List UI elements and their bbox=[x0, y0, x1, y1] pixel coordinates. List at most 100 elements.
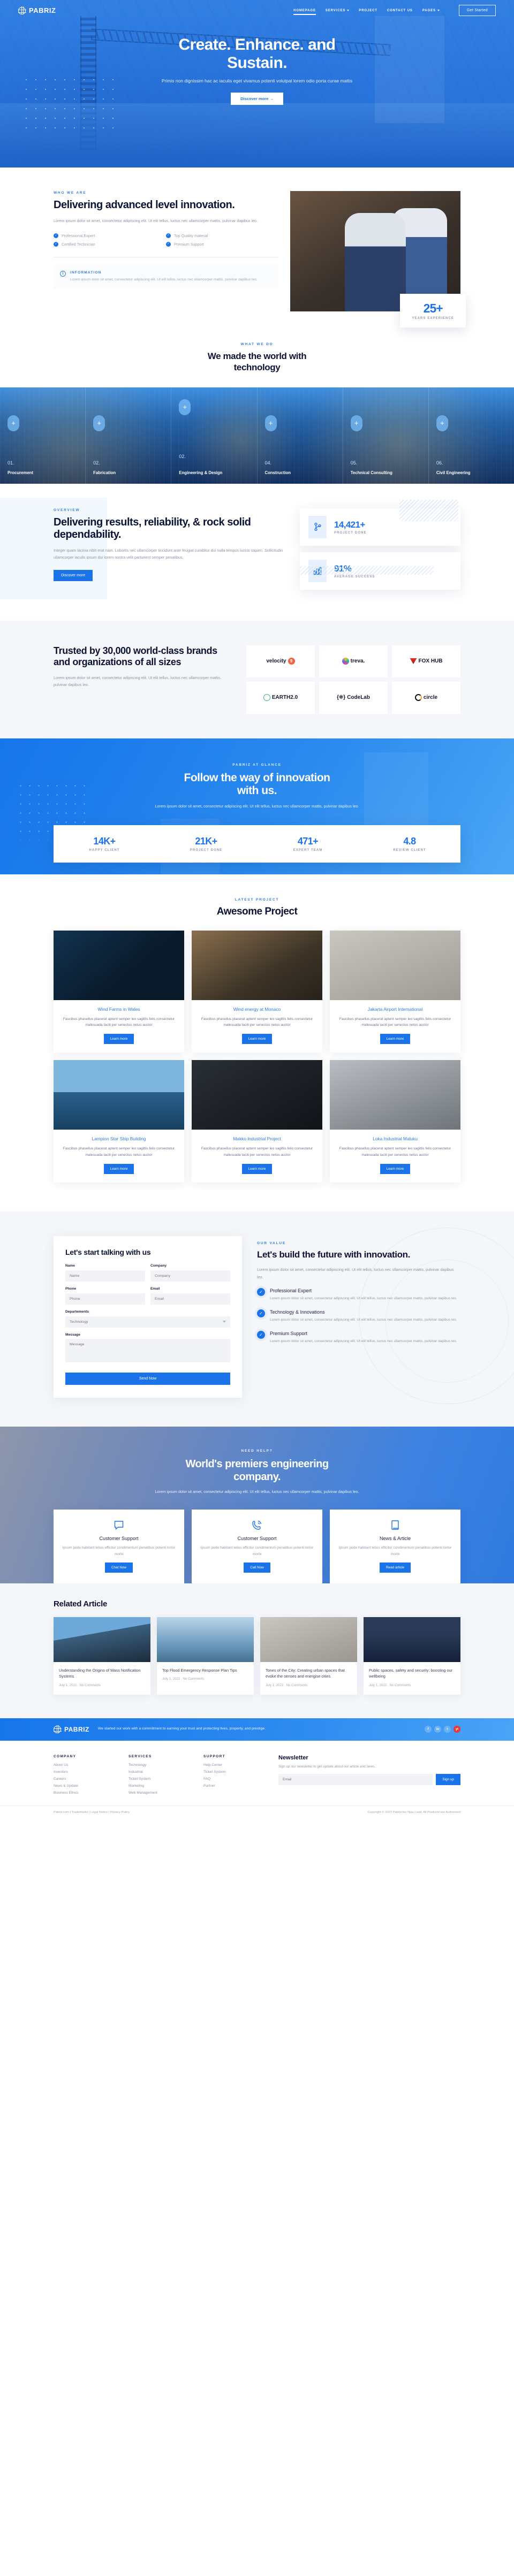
service-item-civil-engineering[interactable]: +06. Civil Engineering bbox=[428, 387, 514, 484]
plus-icon[interactable]: + bbox=[7, 415, 19, 431]
learn-more-button[interactable]: Learn more bbox=[380, 1164, 411, 1175]
project-title[interactable]: Jakarta Airport International bbox=[337, 1007, 453, 1012]
newsletter-email-input[interactable] bbox=[278, 1774, 433, 1786]
nav-item-project[interactable]: PROJECT bbox=[359, 9, 377, 12]
footer-link[interactable]: FAQ bbox=[203, 1777, 267, 1781]
footer-link[interactable]: Business Ethics bbox=[54, 1791, 117, 1795]
check-icon: ✓ bbox=[166, 233, 171, 238]
article-card[interactable]: Top Flood Emergency Response Plan Tips Ju… bbox=[157, 1617, 254, 1695]
git-branch-icon bbox=[308, 515, 327, 538]
email-input[interactable] bbox=[150, 1293, 230, 1305]
project-card[interactable]: Wind energy at Monaco Faucibus phasellus … bbox=[192, 930, 322, 1053]
call-now-button[interactable]: Call Now bbox=[244, 1563, 270, 1573]
article-title[interactable]: Public spaces, safety and security: boos… bbox=[369, 1667, 455, 1679]
nav-item-services[interactable]: SERVICES bbox=[326, 9, 350, 12]
service-item-technical-consulting[interactable]: +05. Technical Consulting bbox=[342, 387, 428, 484]
plus-icon[interactable]: + bbox=[93, 415, 105, 431]
article-title[interactable]: Understanding the Origins of Mass Notifi… bbox=[59, 1667, 145, 1679]
brand-name: velocity bbox=[266, 658, 286, 664]
footer-link[interactable]: Web Management bbox=[128, 1791, 192, 1795]
nav-item-pages[interactable]: PAGES bbox=[422, 9, 440, 12]
send-now-button[interactable]: Send Now bbox=[65, 1373, 230, 1385]
nav-item-homepage[interactable]: HOMEPAGE bbox=[293, 9, 316, 15]
footer-link[interactable]: News & Update bbox=[54, 1784, 117, 1788]
get-started-button[interactable]: Get Started bbox=[458, 5, 496, 16]
overview-discover-button[interactable]: Discover more bbox=[54, 569, 93, 581]
project-title[interactable]: Loka Industrial Maluku bbox=[337, 1136, 453, 1141]
what-title: We made the world with technology bbox=[54, 350, 460, 374]
service-item-procurement[interactable]: +01. Procurement bbox=[0, 387, 85, 484]
service-item-engineering-design[interactable]: +02. Engineering & Design bbox=[171, 387, 256, 484]
footer-copyright: Copyright © 2022 Pabriz Inc Njaz Land. A… bbox=[367, 1810, 460, 1814]
article-card[interactable]: Understanding the Origins of Mass Notifi… bbox=[54, 1617, 150, 1695]
discover-more-button[interactable]: Discover more → bbox=[231, 92, 283, 105]
article-title[interactable]: Top Flood Emergency Response Plan Tips bbox=[162, 1667, 248, 1673]
service-number: 06. bbox=[436, 460, 443, 466]
message-textarea[interactable] bbox=[65, 1339, 230, 1363]
project-title[interactable]: Lampion Star Ship Building bbox=[61, 1136, 177, 1141]
learn-more-button[interactable]: Learn more bbox=[103, 1034, 134, 1045]
site-logo[interactable]: PABRIZ bbox=[18, 6, 56, 14]
project-card[interactable]: Makko Industrial Project Faucibus phasell… bbox=[192, 1060, 322, 1183]
hatch-decor bbox=[300, 566, 434, 575]
plus-icon[interactable]: + bbox=[436, 415, 448, 431]
project-card[interactable]: Wind Farms in Wales Faucibus phasellus pl… bbox=[54, 930, 184, 1053]
learn-more-button[interactable]: Learn more bbox=[241, 1164, 273, 1175]
phone-input[interactable] bbox=[65, 1293, 145, 1305]
company-input[interactable] bbox=[150, 1270, 230, 1282]
article-card[interactable]: Tones of the City: Creating urban spaces… bbox=[260, 1617, 357, 1695]
stat-happy-client: 14K+ HAPPY CLIENT bbox=[54, 836, 155, 852]
footer-link[interactable]: Ticket System bbox=[128, 1777, 192, 1781]
read-article-button[interactable]: Read article bbox=[379, 1563, 411, 1573]
brand-logo-earth20: EARTH2.0 bbox=[246, 681, 315, 714]
footer-link[interactable]: Marketing bbox=[128, 1784, 192, 1788]
check-icon: ✓ bbox=[257, 1309, 265, 1317]
twitter-icon[interactable]: t bbox=[444, 1726, 451, 1733]
plus-icon[interactable]: + bbox=[264, 415, 277, 431]
contact-section: Let's start talking with us Name Company… bbox=[0, 1211, 514, 1427]
footer-link[interactable]: About Us bbox=[54, 1763, 117, 1767]
service-number: 01. bbox=[7, 460, 14, 466]
project-card[interactable]: Lampion Star Ship Building Faucibus phase… bbox=[54, 1060, 184, 1183]
information-text: Lorem ipsum dolor sit amet, consectetur … bbox=[70, 277, 258, 281]
footer-link[interactable]: Investors bbox=[54, 1770, 117, 1774]
brand-name: EARTH2.0 bbox=[271, 695, 298, 700]
article-title[interactable]: Tones of the City: Creating urban spaces… bbox=[266, 1667, 352, 1679]
article-card[interactable]: Public spaces, safety and security: boos… bbox=[364, 1617, 460, 1695]
name-input[interactable] bbox=[65, 1270, 145, 1282]
newsletter-signup-button[interactable]: Sign up bbox=[436, 1774, 460, 1786]
help-card-call[interactable]: Customer Support Ipsum pede habitant let… bbox=[192, 1509, 322, 1584]
project-card[interactable]: Jakarta Airport International Faucibus ph… bbox=[330, 930, 460, 1053]
project-title[interactable]: Wind energy at Monaco bbox=[199, 1007, 315, 1012]
departments-select[interactable] bbox=[65, 1316, 230, 1328]
project-title[interactable]: Makko Industrial Project bbox=[199, 1136, 315, 1141]
project-title[interactable]: Wind Farms in Wales bbox=[61, 1007, 177, 1012]
chat-now-button[interactable]: Chat Now bbox=[104, 1563, 133, 1573]
footer-link[interactable]: Help Center bbox=[203, 1763, 267, 1767]
learn-more-button[interactable]: Learn more bbox=[380, 1034, 411, 1045]
service-item-fabrication[interactable]: +02. Fabrication bbox=[85, 387, 171, 484]
nav-item-contact-us[interactable]: CONTACT US bbox=[387, 9, 413, 12]
article-grid: Understanding the Origins of Mass Notifi… bbox=[54, 1617, 460, 1695]
youtube-icon[interactable]: yt bbox=[453, 1726, 460, 1733]
plus-icon[interactable]: + bbox=[350, 415, 362, 431]
footer-legal-links[interactable]: Pabriz.com | Trademarks | Legal Notice |… bbox=[54, 1811, 130, 1814]
linkedin-icon[interactable]: in bbox=[434, 1726, 441, 1733]
facebook-icon[interactable]: f bbox=[425, 1726, 432, 1733]
footer-link[interactable]: Partner bbox=[203, 1784, 267, 1788]
footer-link[interactable]: Careers bbox=[54, 1777, 117, 1781]
service-item-construction[interactable]: +04. Construction bbox=[256, 387, 343, 484]
help-card-chat[interactable]: Customer Support Ipsum pede habitant let… bbox=[54, 1509, 184, 1584]
footer-link[interactable]: Industrial bbox=[128, 1770, 192, 1774]
help-card-news[interactable]: News & Article Ipsum pede habitant letiu… bbox=[330, 1509, 460, 1584]
departments-label: Departements bbox=[65, 1310, 89, 1314]
footer-link[interactable]: Technology bbox=[128, 1763, 192, 1767]
learn-more-button[interactable]: Learn more bbox=[103, 1164, 134, 1175]
footer-logo[interactable]: PABRIZ bbox=[53, 1725, 89, 1734]
learn-more-button[interactable]: Learn more bbox=[241, 1034, 273, 1045]
plus-icon[interactable]: + bbox=[179, 399, 191, 415]
footer-heading: SERVICES bbox=[128, 1754, 152, 1758]
project-desc: Faucibus phasellus placerat aptent sempe… bbox=[201, 1147, 313, 1157]
footer-link[interactable]: Ticket System bbox=[203, 1770, 267, 1774]
project-card[interactable]: Loka Industrial Maluku Faucibus phasellus… bbox=[330, 1060, 460, 1183]
